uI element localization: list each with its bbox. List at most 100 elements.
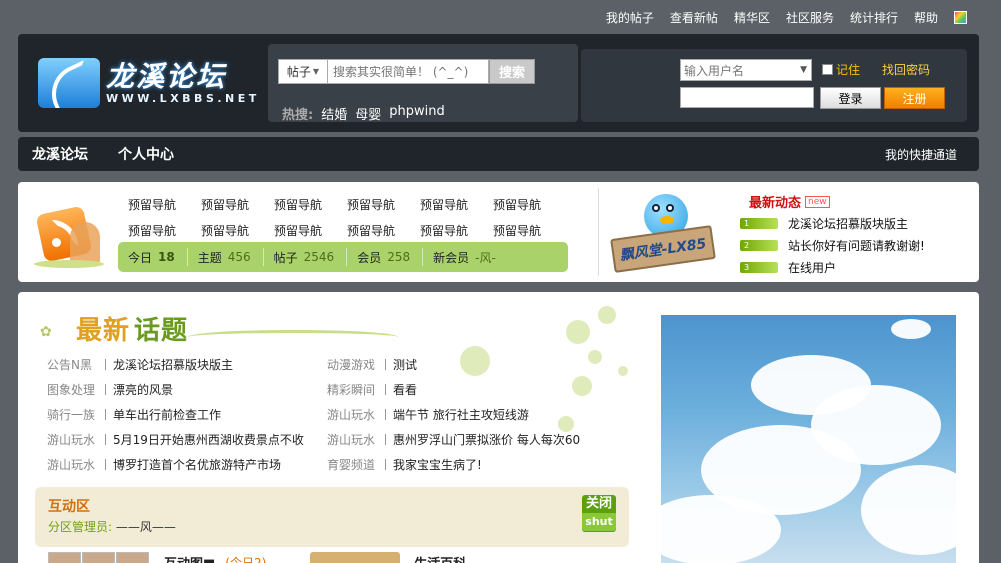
toplink-ranking[interactable]: 统计排行 — [850, 9, 898, 26]
news-link[interactable]: 在线用户 — [788, 259, 836, 276]
site-header: 龙溪论坛 WWW.LXBBS.NET 帖子▼ 搜索 热搜: 结婚 母婴 phpw… — [18, 34, 979, 132]
number-badge-icon: 3 — [740, 261, 778, 273]
zone-manager: 分区管理员: ——风—— — [48, 520, 176, 534]
mascot-bird-icon: 飘风堂-LX85 — [610, 194, 720, 274]
reserved-nav-link[interactable]: 预留导航 — [420, 222, 493, 239]
zone-manager-link[interactable]: ——风—— — [116, 520, 176, 534]
avatar — [82, 552, 115, 563]
reserved-nav-link[interactable]: 预留导航 — [493, 196, 566, 213]
nav-item-user-center[interactable]: 个人中心 — [118, 144, 174, 164]
stat-members: 258 — [387, 250, 411, 264]
list-item: 3 在线用户 — [740, 256, 925, 278]
table-row: 骑行一族 单车出行前检查工作 游山玩水 端午节 旅行社主攻短线游 — [47, 402, 607, 427]
divider — [598, 188, 599, 276]
search-input[interactable] — [328, 59, 489, 84]
zone-forum-row: 互动图■ (今日2) 生活百科 — [48, 552, 466, 563]
news-link[interactable]: 龙溪论坛招慕版块版主 — [788, 215, 908, 232]
hot-search-link[interactable]: phpwind — [389, 104, 444, 123]
forum-stats-bar: 今日 18 主题 456 帖子 2546 会员 258 新会员 -风- — [118, 242, 568, 272]
reserved-nav-link[interactable]: 预留导航 — [347, 196, 420, 213]
news-list: 1 龙溪论坛招慕版块版主 2 站长你好有问题请教谢谢! 3 在线用户 — [740, 212, 925, 278]
forum-link[interactable]: 互动图■ — [164, 553, 215, 563]
stat-posts: 2546 — [303, 250, 335, 264]
newest-member-link[interactable]: -风- — [475, 249, 496, 266]
topic-category[interactable]: 动漫游戏 — [327, 356, 383, 373]
table-row: 游山玩水 5月19日开始惠州西湖收费景点不收 游山玩水 惠州罗浮山门票拟涨价 每人每… — [47, 427, 607, 452]
forum-link[interactable]: 生活百科 — [414, 553, 466, 563]
table-row: 图象处理 漂亮的风景 精彩瞬间 看看 — [47, 377, 607, 402]
topic-link[interactable]: 看看 — [393, 381, 417, 398]
topic-category[interactable]: 游山玩水 — [47, 431, 103, 448]
remember-checkbox[interactable]: 记住 — [822, 61, 860, 78]
chevron-down-icon: ▼ — [312, 67, 320, 76]
hot-label: 热搜: — [282, 108, 314, 123]
nav-item-forum-home[interactable]: 龙溪论坛 — [32, 144, 88, 164]
style-switch-icon[interactable] — [954, 11, 967, 24]
logo-icon — [38, 58, 100, 108]
checkbox-icon[interactable] — [822, 64, 833, 75]
login-button[interactable]: 登录 — [820, 87, 881, 109]
topic-link[interactable]: 漂亮的风景 — [113, 381, 173, 398]
top-links: 我的帖子 查看新帖 精华区 社区服务 统计排行 帮助 — [606, 9, 967, 26]
topic-link[interactable]: 我家宝宝生病了! — [393, 456, 482, 473]
reserved-nav-link[interactable]: 预留导航 — [128, 222, 201, 239]
reserved-nav-link[interactable]: 预留导航 — [201, 196, 274, 213]
reserved-nav-link[interactable]: 预留导航 — [420, 196, 493, 213]
hot-search-link[interactable]: 结婚 — [321, 104, 347, 123]
forum-image — [310, 552, 401, 563]
list-item: 1 龙溪论坛招慕版块版主 — [740, 212, 925, 234]
search-category-select[interactable]: 帖子 ▼ — [278, 59, 328, 84]
latest-topics-list: 公告N黑 龙溪论坛招慕版块版主 动漫游戏 测试 图象处理 漂亮的风景 精彩瞬间 看看 骑… — [47, 352, 607, 477]
quick-access-link[interactable]: 我的快捷通道 — [885, 146, 957, 163]
news-link[interactable]: 站长你好有问题请教谢谢! — [788, 237, 925, 254]
topic-link[interactable]: 博罗打造首个名优旅游特产市场 — [113, 456, 281, 473]
reserved-nav-link[interactable]: 预留导航 — [128, 196, 201, 213]
topic-link[interactable]: 惠州罗浮山门票拟涨价 每人每次60 — [393, 431, 580, 448]
reserved-nav-link[interactable]: 预留导航 — [274, 196, 347, 213]
banner-image[interactable] — [661, 315, 956, 563]
topic-link[interactable]: 5月19日开始惠州西湖收费景点不收 — [113, 431, 304, 448]
search-panel: 帖子▼ 搜索 热搜: 结婚 母婴 phpwind — [268, 44, 578, 123]
table-row: 游山玩水 博罗打造首个名优旅游特产市场 育婴频道 我家宝宝生病了! — [47, 452, 607, 477]
table-row: 公告N黑 龙溪论坛招慕版块版主 动漫游戏 测试 — [47, 352, 607, 377]
topic-category[interactable]: 公告N黑 — [47, 356, 103, 373]
rss-reader-icon — [28, 194, 108, 270]
toplink-digest[interactable]: 精华区 — [734, 9, 770, 26]
info-panel: 预留导航 预留导航 预留导航 预留导航 预留导航 预留导航 预留导航 预留导航 … — [18, 182, 979, 282]
register-button[interactable]: 注册 — [884, 87, 945, 109]
reserved-nav-link[interactable]: 预留导航 — [493, 222, 566, 239]
today-count: (今日2) — [225, 556, 267, 563]
topic-category[interactable]: 骑行一族 — [47, 406, 103, 423]
site-logo[interactable]: 龙溪论坛 WWW.LXBBS.NET — [38, 58, 260, 108]
reserved-nav-link[interactable]: 预留导航 — [347, 222, 420, 239]
topic-category[interactable]: 游山玩水 — [47, 456, 103, 473]
topic-category[interactable]: 育婴频道 — [327, 456, 383, 473]
topic-category[interactable]: 图象处理 — [47, 381, 103, 398]
toplink-my-posts[interactable]: 我的帖子 — [606, 9, 654, 26]
toplink-new-posts[interactable]: 查看新帖 — [670, 9, 718, 26]
username-field[interactable]: 输入用户名 ▼ — [680, 59, 812, 81]
reserved-nav-link[interactable]: 预留导航 — [201, 222, 274, 239]
zone-title[interactable]: 互动区 — [48, 496, 90, 516]
password-field[interactable] — [680, 87, 814, 108]
search-button[interactable]: 搜索 — [489, 59, 535, 84]
hot-search-link[interactable]: 母婴 — [355, 104, 381, 123]
toplink-community[interactable]: 社区服务 — [786, 9, 834, 26]
logo-domain: WWW.LXBBS.NET — [106, 91, 260, 105]
topic-link[interactable]: 单车出行前检查工作 — [113, 406, 221, 423]
hot-searches: 热搜: 结婚 母婴 phpwind — [282, 104, 445, 123]
login-panel: 输入用户名 ▼ 记住 找回密码 登录 注册 — [581, 49, 967, 122]
topic-category[interactable]: 游山玩水 — [327, 406, 383, 423]
close-zone-button[interactable]: 关闭 shut — [582, 495, 616, 532]
topic-category[interactable]: 游山玩水 — [327, 431, 383, 448]
forgot-password-link[interactable]: 找回密码 — [882, 61, 930, 78]
toplink-help[interactable]: 帮助 — [914, 9, 938, 26]
topic-link[interactable]: 龙溪论坛招慕版块版主 — [113, 356, 233, 373]
reserved-nav-link[interactable]: 预留导航 — [274, 222, 347, 239]
stat-topics: 456 — [227, 250, 251, 264]
list-item: 2 站长你好有问题请教谢谢! — [740, 234, 925, 256]
number-badge-icon: 1 — [740, 217, 778, 229]
topic-link[interactable]: 测试 — [393, 356, 417, 373]
topic-category[interactable]: 精彩瞬间 — [327, 381, 383, 398]
topic-link[interactable]: 端午节 旅行社主攻短线游 — [393, 406, 529, 423]
